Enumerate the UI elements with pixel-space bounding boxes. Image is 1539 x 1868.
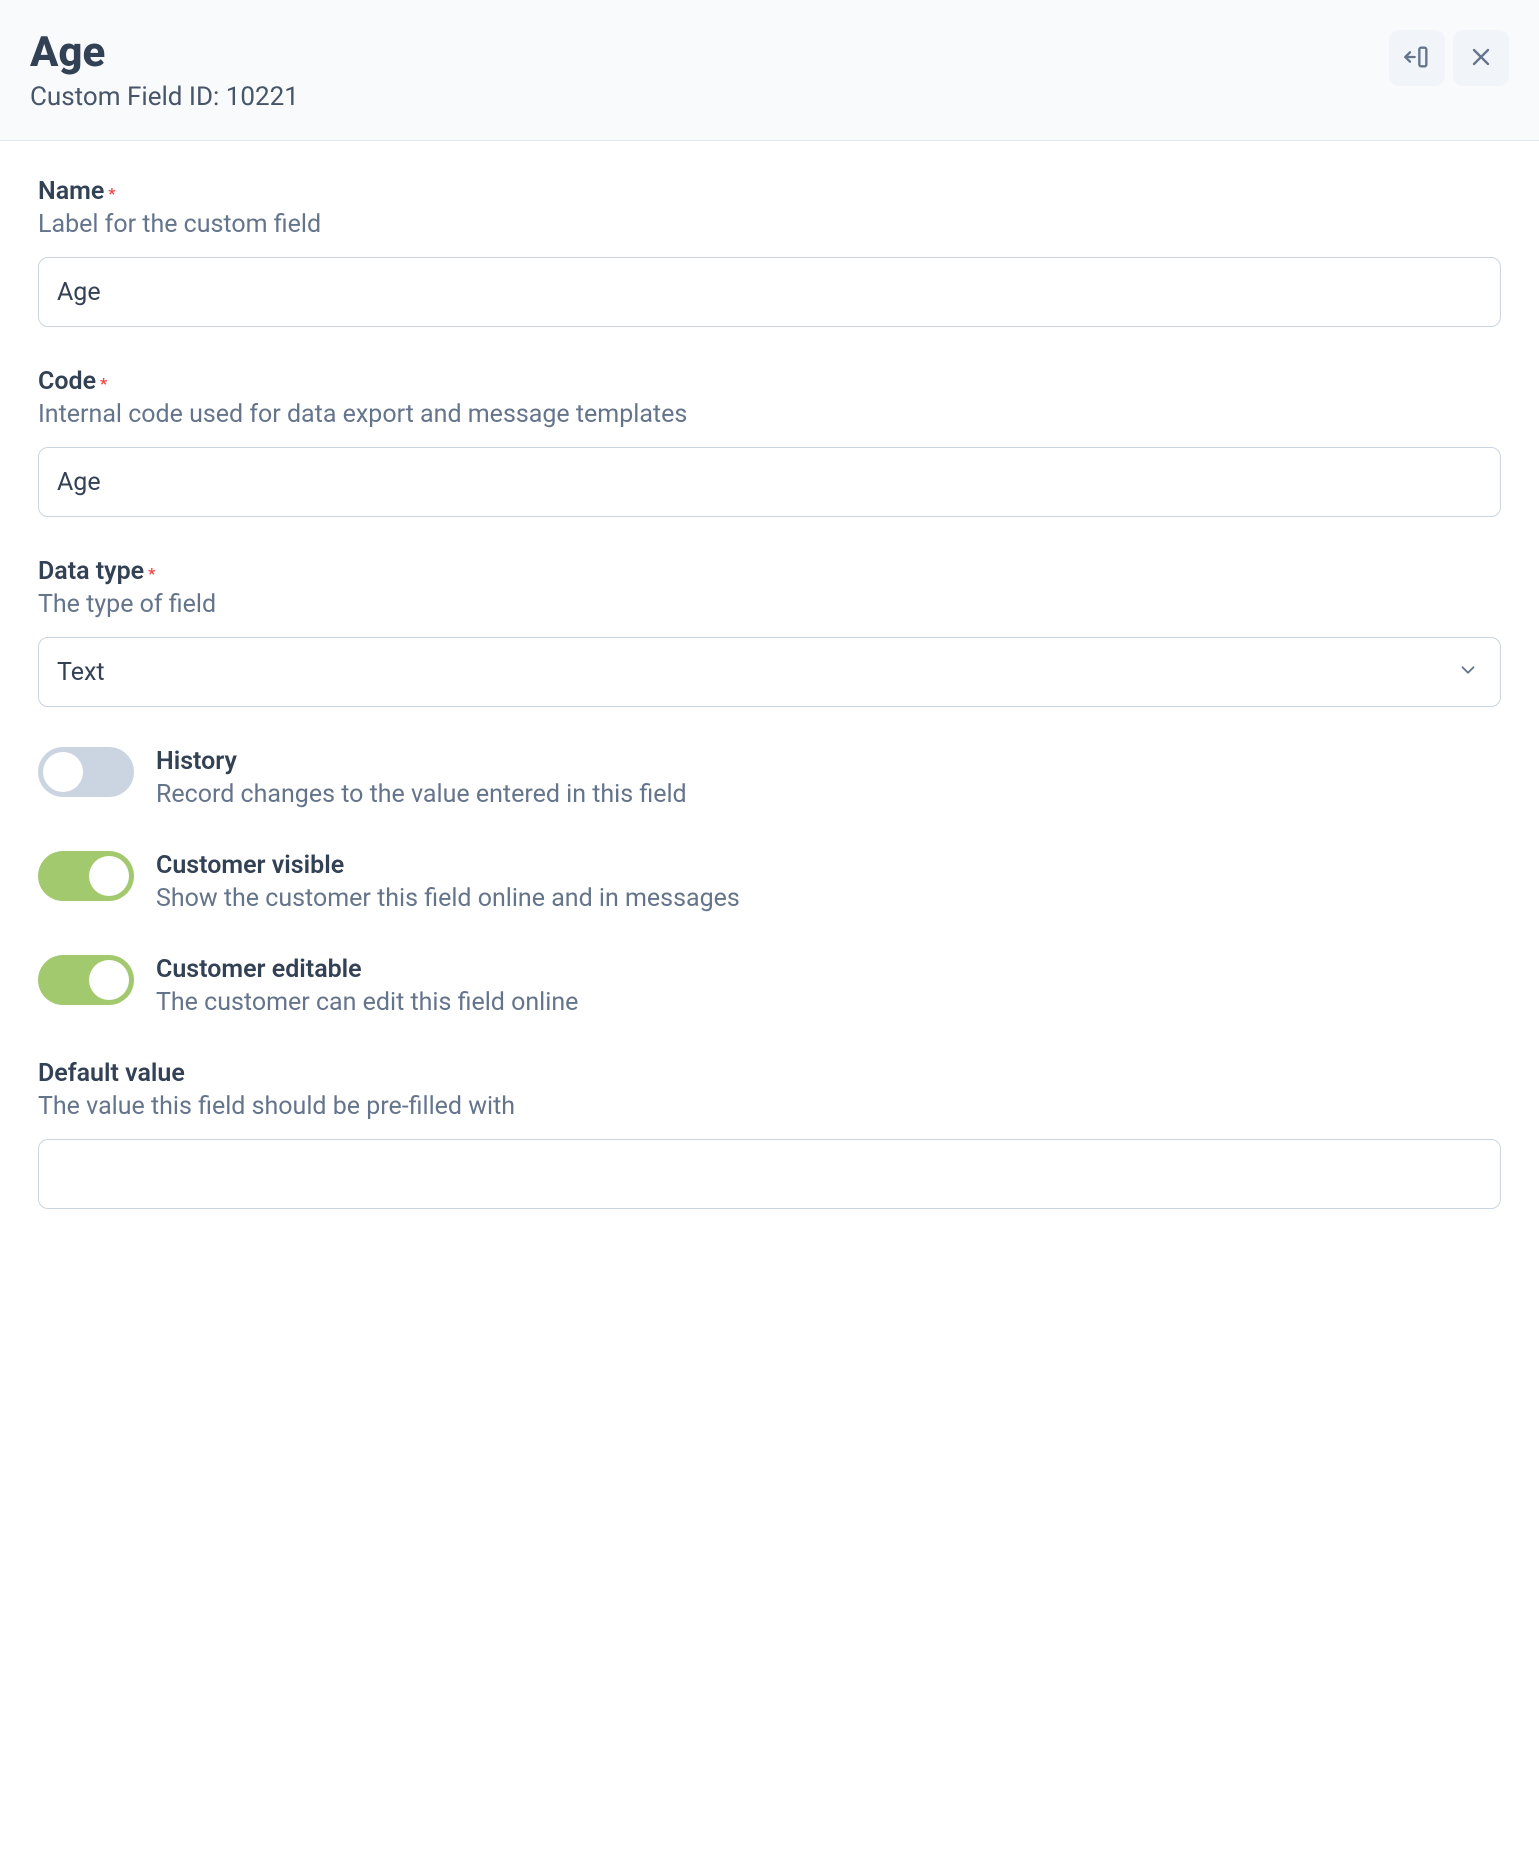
name-label: Name	[38, 177, 104, 206]
page-header: Age Custom Field ID: 10221	[0, 0, 1539, 141]
customer-visible-label: Customer visible	[156, 851, 740, 880]
header-actions	[1389, 30, 1509, 86]
history-toggle[interactable]	[38, 747, 134, 797]
field-default-value: Default value The value this field shoul…	[38, 1059, 1501, 1209]
close-button[interactable]	[1453, 30, 1509, 86]
form-body: Name * Label for the custom field Code *…	[0, 141, 1539, 1285]
field-customer-editable: Customer editable The customer can edit …	[38, 955, 1501, 1017]
default-value-label: Default value	[38, 1059, 185, 1088]
toggle-handle	[43, 752, 83, 792]
field-customer-visible: Customer visible Show the customer this …	[38, 851, 1501, 913]
default-value-hint: The value this field should be pre-fille…	[38, 1092, 1501, 1121]
field-name: Name * Label for the custom field	[38, 177, 1501, 327]
customer-editable-toggle[interactable]	[38, 955, 134, 1005]
customer-editable-label: Customer editable	[156, 955, 578, 984]
field-data-type: Data type * The type of field Text	[38, 557, 1501, 707]
history-hint: Record changes to the value entered in t…	[156, 780, 687, 809]
customer-editable-hint: The customer can edit this field online	[156, 988, 578, 1017]
toggle-handle	[89, 960, 129, 1000]
name-input[interactable]	[38, 257, 1501, 327]
code-label: Code	[38, 367, 96, 396]
code-hint: Internal code used for data export and m…	[38, 400, 1501, 429]
customer-visible-hint: Show the customer this field online and …	[156, 884, 740, 913]
collapse-button[interactable]	[1389, 30, 1445, 86]
required-asterisk: *	[100, 374, 107, 393]
code-input[interactable]	[38, 447, 1501, 517]
collapse-icon	[1403, 43, 1431, 74]
customer-visible-toggle[interactable]	[38, 851, 134, 901]
header-title-block: Age Custom Field ID: 10221	[30, 30, 299, 112]
name-hint: Label for the custom field	[38, 210, 1501, 239]
page-subtitle: Custom Field ID: 10221	[30, 82, 299, 112]
field-history: History Record changes to the value ente…	[38, 747, 1501, 809]
data-type-hint: The type of field	[38, 590, 1501, 619]
required-asterisk: *	[148, 564, 155, 583]
required-asterisk: *	[108, 184, 115, 203]
history-label: History	[156, 747, 687, 776]
data-type-select[interactable]: Text	[38, 637, 1501, 707]
page-title: Age	[30, 30, 299, 76]
default-value-input[interactable]	[38, 1139, 1501, 1209]
field-code: Code * Internal code used for data expor…	[38, 367, 1501, 517]
data-type-label: Data type	[38, 557, 144, 586]
close-icon	[1467, 43, 1495, 74]
toggle-handle	[89, 856, 129, 896]
